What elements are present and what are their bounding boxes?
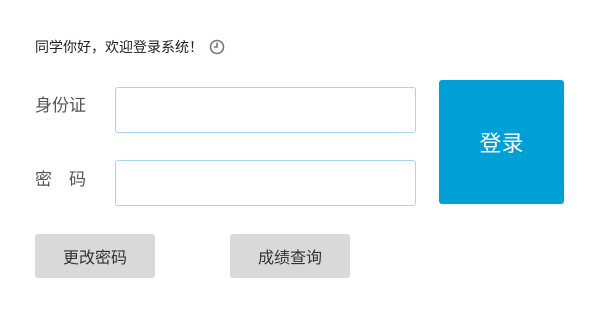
welcome-bar: 同学你好，欢迎登录系统！ — [35, 37, 225, 57]
password-label: 密 码 — [35, 170, 86, 190]
welcome-message: 同学你好，欢迎登录系统！ — [35, 40, 203, 56]
username-label: 身份证 — [35, 96, 86, 116]
change-password-button[interactable]: 更改密码 — [35, 234, 155, 278]
grade-query-button[interactable]: 成绩查询 — [230, 234, 350, 278]
clock-icon[interactable] — [209, 39, 225, 55]
password-input[interactable] — [115, 160, 416, 206]
login-button[interactable]: 登录 — [439, 80, 564, 204]
id-number-input[interactable] — [115, 87, 416, 133]
